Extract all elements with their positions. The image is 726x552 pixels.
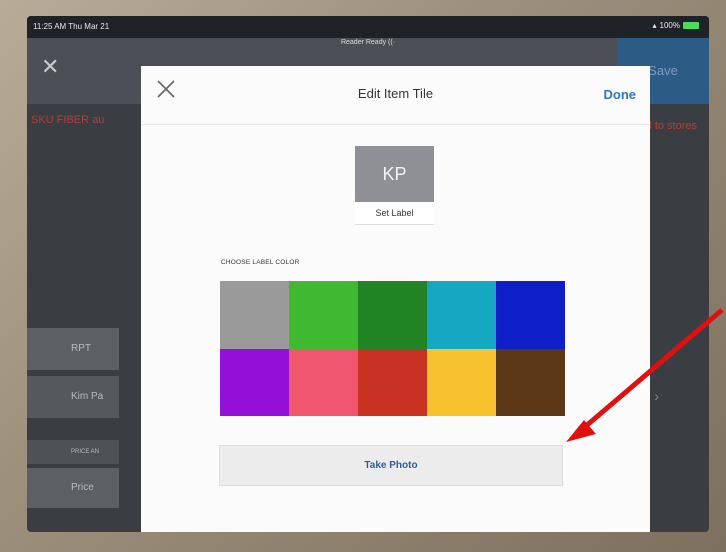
color-swatch[interactable] [289, 348, 358, 416]
choose-label-color-heading: CHOOSE LABEL COLOR [221, 259, 300, 266]
status-indicators: ▴ 100% [653, 21, 699, 30]
color-swatch[interactable] [358, 281, 427, 349]
reader-status: Reader Ready ((· [340, 39, 396, 46]
modal-header: Edit Item Tile Done [141, 66, 650, 125]
color-swatch[interactable] [427, 348, 496, 416]
background-close-icon[interactable]: ✕ [41, 54, 59, 80]
battery-label: 100% [659, 21, 680, 30]
item-tile-preview: KP [355, 146, 434, 202]
ipad-screen: 11:25 AM Thu Mar 21 ▴ 100% ✕ Save Reader… [27, 16, 709, 532]
background-row: Kim Pa [27, 376, 119, 418]
status-bar: 11:25 AM Thu Mar 21 ▴ 100% [27, 16, 709, 38]
take-photo-button[interactable]: Take Photo [219, 445, 563, 486]
background-red-text-left: SKU FIBER au [31, 114, 105, 126]
color-swatch[interactable] [289, 281, 358, 349]
background-row: RPT [27, 328, 119, 370]
color-swatch[interactable] [427, 281, 496, 349]
color-swatch[interactable] [220, 348, 289, 416]
wifi-icon: ▴ [652, 21, 657, 30]
done-button[interactable]: Done [604, 87, 637, 102]
color-swatch[interactable] [358, 348, 427, 416]
set-label-button[interactable]: Set Label [355, 202, 434, 225]
color-swatch-grid [220, 281, 565, 416]
color-swatch[interactable] [220, 281, 289, 349]
modal-title: Edit Item Tile [357, 86, 434, 101]
battery-icon [683, 22, 699, 29]
chevron-right-icon: › [654, 388, 659, 404]
background-section-label: PRICE AN [27, 440, 119, 464]
background-row: Price [27, 468, 119, 508]
edit-item-tile-modal: Edit Item Tile Done KP Set Label CHOOSE … [141, 66, 650, 532]
color-swatch[interactable] [496, 348, 565, 416]
status-time: 11:25 AM Thu Mar 21 [33, 22, 110, 31]
color-swatch[interactable] [496, 281, 565, 349]
